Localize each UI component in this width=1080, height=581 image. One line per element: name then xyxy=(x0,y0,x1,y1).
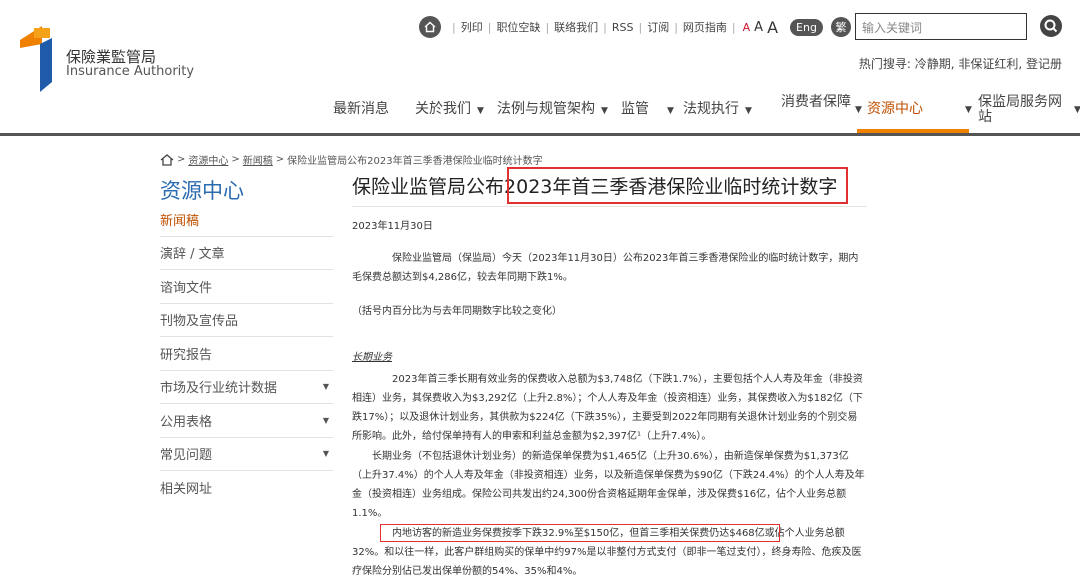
breadcrumb-resources[interactable]: 资源中心 xyxy=(188,152,228,167)
sidebar-item-press[interactable]: 新闻稿 xyxy=(160,203,333,237)
paragraph-4: 长期业务（不包括退休计划业务）的新造保单保费为$1,465亿（上升30.6%），… xyxy=(352,451,865,519)
lang-trad-button[interactable]: 繁 xyxy=(830,17,851,37)
chevron-down-icon: ▼ xyxy=(322,449,329,459)
contact-link[interactable]: 联络我们 xyxy=(554,19,598,35)
guide-link[interactable]: 网页指南 xyxy=(683,19,727,35)
hot-search[interactable]: 热门搜寻: 冷静期, 非保证红利, 登记册 xyxy=(859,55,1062,72)
nav-enforcement[interactable]: 法规执行 ▼ xyxy=(683,101,752,119)
sidebar-item-forms[interactable]: 公用表格 ▼ xyxy=(160,404,333,438)
sidebar-item-links[interactable]: 相关网址 xyxy=(160,471,333,505)
text-highlight-box xyxy=(380,524,780,542)
sidebar-item-consultation[interactable]: 谘询文件 xyxy=(160,270,333,304)
home-icon[interactable] xyxy=(160,153,174,166)
logo-mark-icon xyxy=(20,26,52,92)
sidebar-item-statistics[interactable]: 市场及行业统计数据 ▼ xyxy=(160,371,333,404)
sidebar: 新闻稿 演辞 / 文章 谘询文件 刊物及宣传品 研究报告 市场及行业统计数据 ▼ … xyxy=(160,203,333,505)
sidebar-title: 资源中心 xyxy=(160,179,244,203)
nav-services[interactable]: 保监局服务网站 xyxy=(978,95,1068,125)
chevron-down-icon: ▼ xyxy=(322,415,329,425)
nav-legislation[interactable]: 法例与规管架构 ▼ xyxy=(497,101,608,119)
paragraph-1: 保险业监管局（保监局）今天（2023年11月30日）公布2023年首三季香港保险… xyxy=(352,253,859,283)
article-date: 2023年11月30日 xyxy=(352,221,433,232)
careers-link[interactable]: 职位空缺 xyxy=(496,19,540,35)
logo[interactable]: 保險業監管局 Insurance Authority xyxy=(20,20,220,95)
rss-link[interactable]: RSS xyxy=(612,21,634,34)
nav-supervision[interactable]: 监管 ▼ xyxy=(621,101,674,119)
breadcrumb: > 资源中心 > 新闻稿 > 保险业监管局公布2023年首三季香港保险业临时统计… xyxy=(160,152,543,167)
breadcrumb-press[interactable]: 新闻稿 xyxy=(243,152,273,167)
nav-resources[interactable]: 资源中心 xyxy=(867,101,923,117)
lang-eng-button[interactable]: Eng xyxy=(790,18,823,36)
sidebar-item-faq[interactable]: 常见问题 ▼ xyxy=(160,438,333,471)
font-small-button[interactable]: A xyxy=(743,21,751,34)
subscribe-link[interactable]: 订阅 xyxy=(647,19,669,35)
main-nav: 最新消息 关於我们 ▼ 法例与规管架构 ▼ 监管 ▼ 法规执行 ▼ 消费者保障 ▼ 资源… xyxy=(0,93,1080,133)
nav-consumer[interactable]: 消费者保障 xyxy=(781,95,851,110)
print-link[interactable]: 列印 xyxy=(461,19,483,35)
header-divider xyxy=(0,133,1080,136)
sidebar-item-speeches[interactable]: 演辞 / 文章 xyxy=(160,237,333,270)
section-heading: 长期业务 xyxy=(352,352,392,363)
paragraph-2: （括号内百分比为与去年同期数字比较之变化） xyxy=(352,306,562,317)
chevron-down-icon: ▼ xyxy=(322,382,329,392)
nav-news[interactable]: 最新消息 xyxy=(333,101,389,117)
search-input[interactable]: 输入关键词 xyxy=(855,13,1027,40)
logo-text-en: Insurance Authority xyxy=(66,64,195,79)
breadcrumb-current: 保险业监管局公布2023年首三季香港保险业临时统计数字 xyxy=(287,156,543,167)
utility-links: | 列印 | 职位空缺 | 联络我们 | RSS | 订阅 | 网页指南 | A A A E… xyxy=(419,15,868,39)
search-icon[interactable] xyxy=(1040,15,1062,37)
nav-about[interactable]: 关於我们 ▼ xyxy=(415,101,484,119)
title-divider xyxy=(352,206,867,207)
font-medium-button[interactable]: A xyxy=(754,20,763,35)
sidebar-item-publications[interactable]: 刊物及宣传品 xyxy=(160,304,333,337)
sidebar-item-research[interactable]: 研究报告 xyxy=(160,337,333,371)
title-highlight-box xyxy=(507,167,848,204)
font-large-button[interactable]: A xyxy=(767,18,778,37)
home-icon[interactable] xyxy=(419,16,441,38)
paragraph-3: 2023年首三季长期有效业务的保费收入总额为$3,748亿（下跌1.7%），主要… xyxy=(352,374,863,442)
